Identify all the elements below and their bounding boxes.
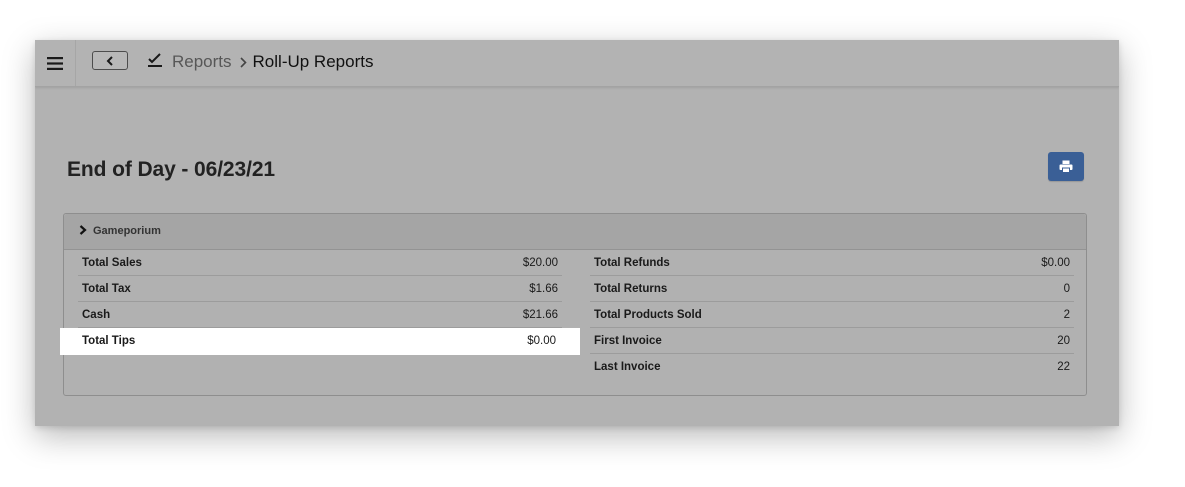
breadcrumb-current: Roll-Up Reports (252, 52, 374, 71)
stat-value: $20.00 (522, 257, 558, 269)
stat-row: Total Tax $1.66 (78, 276, 562, 302)
stat-row: Total Refunds $0.00 (590, 250, 1074, 276)
print-button[interactable] (1048, 152, 1084, 181)
stat-value: $1.66 (529, 283, 558, 295)
stat-label: Total Refunds (594, 257, 670, 269)
stat-row: Total Sales $20.00 (78, 250, 562, 276)
stat-row: Total Products Sold 2 (590, 302, 1074, 328)
stat-label: Last Invoice (594, 361, 661, 373)
top-bar: Reports Roll-Up Reports (35, 40, 1119, 87)
menu-button[interactable] (35, 40, 76, 86)
store-report-panel: Gameporium Total Sales $20.00 Total Tax … (60, 213, 1087, 396)
printer-icon (1059, 160, 1073, 173)
stat-row: First Invoice 20 (590, 328, 1074, 354)
page-title: End of Day - 06/23/21 (67, 158, 275, 181)
stat-label: Total Returns (594, 283, 668, 295)
left-stats-column: Total Sales $20.00 Total Tax $1.66 Cash … (60, 250, 580, 355)
breadcrumb: Reports Roll-Up Reports (172, 51, 373, 73)
stat-label: First Invoice (594, 335, 662, 347)
stat-label: Cash (82, 309, 111, 321)
stat-value: 22 (1057, 361, 1070, 373)
hamburger-menu-icon (47, 56, 63, 70)
stat-row-highlighted: Total Tips $0.00 (60, 328, 580, 355)
panel-header-toggle[interactable]: Gameporium (64, 214, 1086, 250)
store-name: Gameporium (93, 225, 161, 237)
app-window: Reports Roll-Up Reports End of Day - 06/… (35, 40, 1119, 426)
chevron-left-icon (106, 55, 113, 66)
right-stats-column: Total Refunds $0.00 Total Returns 0 Tota… (590, 250, 1074, 380)
stat-label: Total Tips (82, 335, 136, 347)
breadcrumb-separator (239, 56, 247, 68)
stat-value: 20 (1057, 335, 1070, 347)
stat-value: 0 (1063, 283, 1070, 295)
stat-value: 2 (1063, 309, 1070, 321)
chart-check-icon (148, 53, 162, 67)
stat-row: Total Returns 0 (590, 276, 1074, 302)
stat-label: Total Products Sold (594, 309, 702, 321)
stat-value: $0.00 (527, 335, 556, 347)
chevron-right-icon (239, 56, 247, 68)
back-button[interactable] (92, 51, 128, 70)
stat-value: $0.00 (1041, 257, 1070, 269)
chevron-right-icon (79, 225, 87, 235)
breadcrumb-reports-link[interactable]: Reports (172, 52, 232, 72)
stat-row: Cash $21.66 (78, 302, 562, 328)
stat-label: Total Sales (82, 257, 142, 269)
stat-row: Last Invoice 22 (590, 354, 1074, 380)
stat-label: Total Tax (82, 283, 131, 295)
stat-value: $21.66 (522, 309, 558, 321)
